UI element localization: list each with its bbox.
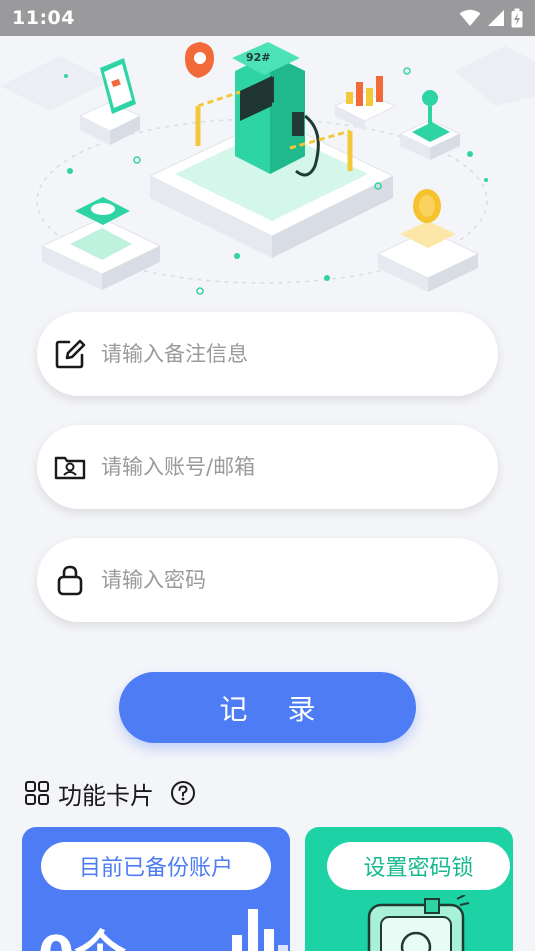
edit-icon [53, 337, 87, 371]
password-lock-card[interactable]: 设置密码锁 [305, 827, 513, 951]
battery-icon [511, 8, 523, 28]
backup-accounts-title: 目前已备份账户 [41, 842, 271, 890]
status-bar: 11:04 [0, 0, 535, 36]
section-title: 功能卡片 [58, 781, 154, 810]
password-field[interactable] [37, 538, 498, 622]
backup-accounts-count: 0个 [38, 913, 126, 951]
password-lock-title: 设置密码锁 [327, 842, 510, 890]
bar-chart-icon [232, 909, 288, 951]
signal-icon [488, 10, 504, 26]
feature-cards-header: 功能卡片 [24, 776, 196, 810]
account-field[interactable] [37, 425, 498, 509]
backup-accounts-card[interactable]: 目前已备份账户 0个 [22, 827, 290, 951]
lock-icon [53, 563, 87, 597]
safe-icon [367, 895, 470, 951]
hero-illustration: 92# [0, 42, 535, 295]
account-card-icon [53, 450, 87, 484]
svg-text:92#: 92# [246, 51, 271, 64]
status-time: 11:04 [12, 7, 75, 29]
password-input[interactable] [101, 568, 461, 592]
record-button[interactable]: 记录 [119, 672, 416, 743]
note-input[interactable] [101, 342, 461, 366]
system-icons [459, 8, 523, 28]
wifi-icon [459, 9, 481, 26]
app-screen: 11:04 92# 请输入备注信息 请输入账号/邮箱 记录 功能卡片 目前已备份… [0, 0, 535, 951]
grid-icon [25, 781, 49, 805]
note-field[interactable] [37, 312, 498, 396]
help-icon[interactable] [170, 780, 196, 806]
account-input[interactable] [101, 455, 461, 479]
